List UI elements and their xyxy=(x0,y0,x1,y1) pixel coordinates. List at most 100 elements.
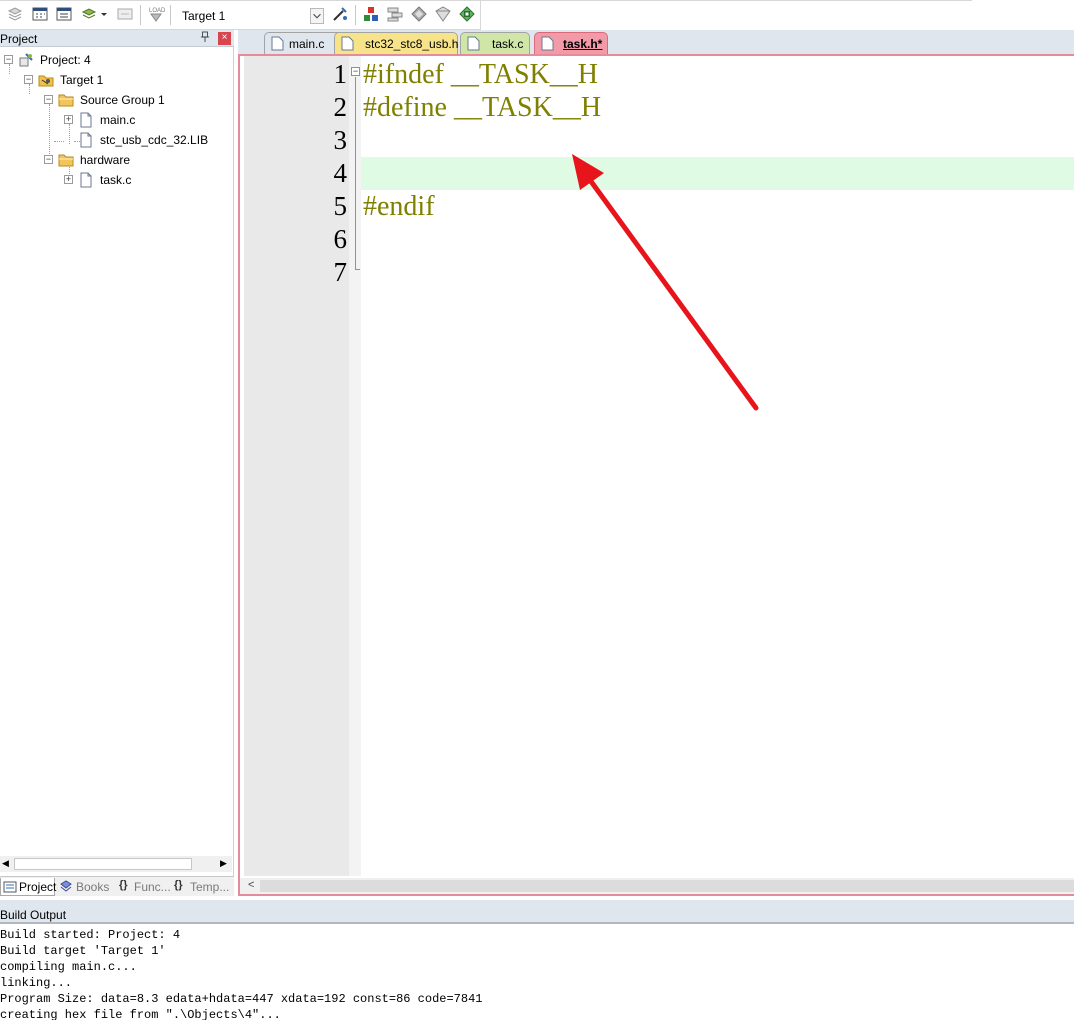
code-area[interactable]: #ifndef __TASK__H #define __TASK__H #end… xyxy=(361,56,1074,876)
panel-tabs: Project Books {} Func... {} Temp... xyxy=(0,876,234,896)
project-panel-header: Project × xyxy=(0,30,234,47)
scroll-thumb[interactable] xyxy=(14,858,192,870)
line-number: 1 xyxy=(333,59,348,89)
editor-hscrollbar[interactable]: < xyxy=(240,878,1074,894)
scroll-right-icon[interactable]: ▶ xyxy=(220,858,227,869)
collapse-icon[interactable]: − xyxy=(44,95,53,104)
tree-label-task-c: task.c xyxy=(100,173,132,187)
tab-project-label: Project xyxy=(19,880,57,894)
tree-item-source-group[interactable]: − Source Group 1 xyxy=(0,90,230,110)
tab-books[interactable]: Books xyxy=(57,878,112,896)
stop-build-icon[interactable] xyxy=(116,5,134,23)
code-line: #endif xyxy=(363,191,435,222)
manage-components-icon[interactable] xyxy=(386,5,404,23)
tab-functions[interactable]: {} Func... xyxy=(116,878,171,896)
tab-templates[interactable]: {} Temp... xyxy=(172,878,232,896)
file-icon xyxy=(541,36,554,51)
tree-item-hardware[interactable]: − hardware xyxy=(0,150,230,170)
tab-task-h[interactable]: task.h* xyxy=(534,32,608,54)
tab-project[interactable]: Project xyxy=(0,878,57,896)
build-output-text[interactable]: Build started: Project: 4 Build target '… xyxy=(0,927,1074,1020)
file-icon xyxy=(271,36,284,51)
scroll-left-icon[interactable]: < xyxy=(248,879,254,891)
tree-label-project: Project: 4 xyxy=(40,53,91,67)
rebuild-icon[interactable] xyxy=(55,5,73,23)
project-panel: Project × − Project: 4 − Target 1 − Sour… xyxy=(0,30,234,896)
functions-icon: {} xyxy=(119,879,128,891)
fold-collapse-icon[interactable]: − xyxy=(351,67,360,76)
output-line: compiling main.c... xyxy=(0,960,137,974)
code-line: #define __TASK__H xyxy=(363,92,602,123)
batch-build-icon[interactable] xyxy=(80,5,110,23)
close-icon[interactable]: × xyxy=(218,32,231,45)
manage-run-time-icon[interactable] xyxy=(434,5,452,23)
build-output-title: Build Output xyxy=(0,908,67,922)
pack-installer-icon[interactable] xyxy=(458,5,476,23)
tree-item-lib[interactable]: stc_usb_cdc_32.LIB xyxy=(0,130,230,150)
line-number: 7 xyxy=(333,257,348,287)
scroll-thumb[interactable] xyxy=(260,880,1074,892)
tree-label-main-c: main.c xyxy=(100,113,136,127)
collapse-icon[interactable]: − xyxy=(44,155,53,164)
line-number: 4 xyxy=(333,158,348,188)
line-number: 6 xyxy=(333,224,348,254)
tab-task-c-label: task.c xyxy=(492,37,524,51)
tab-books-label: Books xyxy=(76,880,110,894)
tree-label-hardware: hardware xyxy=(80,153,131,167)
tab-stc32-stc8-usb-h[interactable]: stc32_stc8_usb.h xyxy=(334,32,458,54)
file-icon xyxy=(78,172,94,188)
build-icon[interactable] xyxy=(31,5,49,23)
tab-task-c[interactable]: task.c xyxy=(460,32,530,54)
output-line: creating hex file from ".\Objects\4"... xyxy=(0,1008,281,1020)
collapse-icon[interactable]: − xyxy=(4,55,13,64)
tree-label-target: Target 1 xyxy=(60,73,104,87)
code-editor[interactable]: 1 2 3 4 5 6 7 − #ifndef __TASK__H #defin… xyxy=(238,54,1074,896)
chevron-down-icon[interactable] xyxy=(310,8,324,24)
tab-main-c-label: main.c xyxy=(289,37,325,51)
line-number: 2 xyxy=(333,92,348,122)
file-icon xyxy=(341,36,354,51)
expand-icon[interactable]: + xyxy=(64,175,73,184)
line-number: 3 xyxy=(333,125,348,155)
tab-templates-label: Temp... xyxy=(190,880,230,894)
tab-functions-label: Func... xyxy=(134,880,171,894)
collapse-icon[interactable]: − xyxy=(24,75,33,84)
output-line: Build target 'Target 1' xyxy=(0,944,166,958)
target-select[interactable]: Target 1 xyxy=(176,6,326,26)
file-extensions-icon[interactable] xyxy=(362,5,380,23)
toolbar: LOAD Target 1 xyxy=(0,0,1074,30)
books-icon xyxy=(59,880,73,894)
build-output-header: Build Output xyxy=(0,904,1074,924)
pin-icon[interactable] xyxy=(200,31,212,45)
file-icon xyxy=(78,112,94,128)
file-icon xyxy=(467,36,480,51)
tree-label-lib: stc_usb_cdc_32.LIB xyxy=(100,133,209,147)
scroll-left-icon[interactable]: ◀ xyxy=(2,858,9,869)
target-folder-icon xyxy=(38,72,54,88)
download-icon[interactable]: LOAD xyxy=(147,5,165,23)
tree-item-target[interactable]: − Target 1 xyxy=(0,70,230,90)
output-line: Program Size: data=8.3 edata+hdata=447 x… xyxy=(0,992,483,1006)
templates-icon: {} xyxy=(174,879,183,891)
tree-item-project[interactable]: − Project: 4 xyxy=(0,50,230,70)
fold-margin: − xyxy=(349,56,361,876)
tree-item-main-c[interactable]: + main.c xyxy=(0,110,230,130)
folder-open-icon xyxy=(58,152,74,168)
expand-icon[interactable]: + xyxy=(64,115,73,124)
editor-tabbar: main.c stc32_stc8_usb.h task.c task.h* xyxy=(238,30,1074,54)
code-line: #ifndef __TASK__H xyxy=(363,59,598,90)
tree-label-source-group: Source Group 1 xyxy=(80,93,165,107)
line-number-gutter: 1 2 3 4 5 6 7 xyxy=(244,56,349,876)
project-hscrollbar[interactable]: ◀ ▶ xyxy=(0,856,232,872)
project-tab-icon xyxy=(3,880,17,894)
target-options-icon[interactable] xyxy=(331,5,349,23)
translate-icon[interactable] xyxy=(6,5,24,23)
svg-text:LOAD: LOAD xyxy=(149,8,165,14)
output-line: linking... xyxy=(0,976,73,990)
build-output-panel: Build Output Build started: Project: 4 B… xyxy=(0,900,1074,1020)
project-panel-title: Project xyxy=(0,32,38,46)
file-icon xyxy=(78,132,94,148)
tree-item-task-c[interactable]: + task.c xyxy=(0,170,230,190)
select-packs-icon[interactable] xyxy=(410,5,428,23)
project-icon xyxy=(18,52,34,68)
